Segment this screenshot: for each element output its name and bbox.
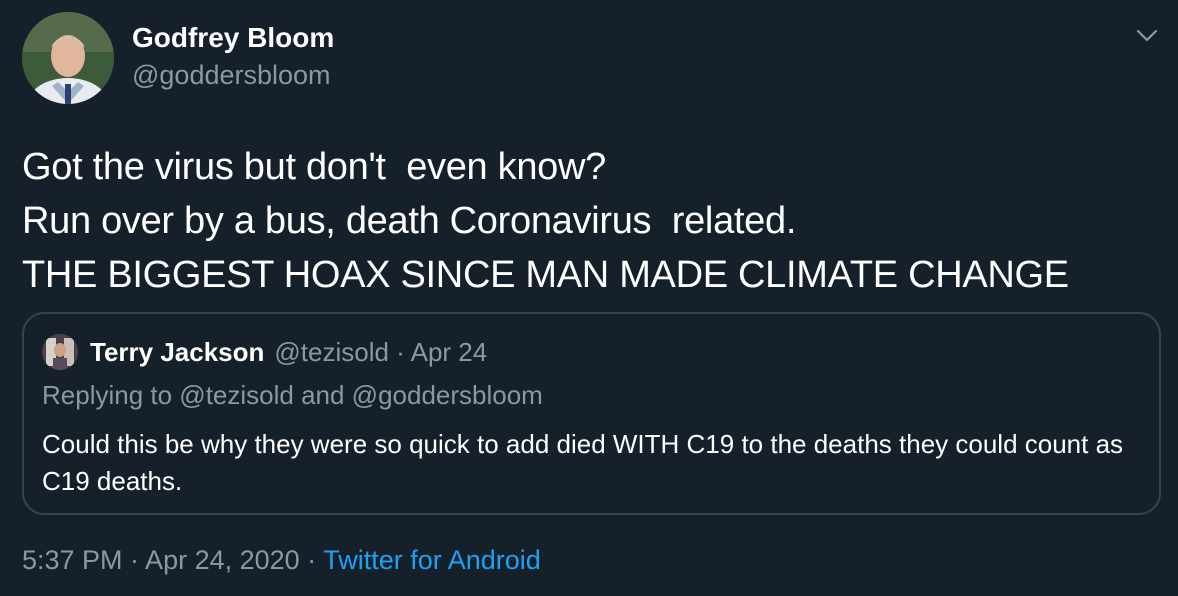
source-link[interactable]: Twitter for Android <box>323 545 541 575</box>
author-name[interactable]: Godfrey Bloom <box>132 22 334 54</box>
quoted-avatar[interactable] <box>42 334 78 370</box>
quoted-tweet-text: Could this be why they were so quick to … <box>42 429 1124 496</box>
tweet-text-line: Got the virus but don't even know? <box>22 146 606 188</box>
tweet: Godfrey Bloom @goddersbloom Got the viru… <box>0 0 1178 596</box>
quoted-avatar-image <box>42 334 78 370</box>
avatar-image <box>22 12 114 104</box>
avatar[interactable] <box>22 12 114 104</box>
quoted-author-name[interactable]: Terry Jackson <box>90 337 264 368</box>
chevron-down-icon[interactable] <box>1134 22 1160 48</box>
timestamp[interactable]: 5:37 PM · Apr 24, 2020 · <box>22 545 323 575</box>
quoted-tweet-header: Terry Jackson @tezisold · Apr 24 <box>42 334 488 370</box>
quoted-tweet[interactable]: Terry Jackson @tezisold · Apr 24 Replyin… <box>22 312 1161 515</box>
replying-to: Replying to @tezisold and @goddersbloom <box>42 380 543 410</box>
tweet-text-line: THE BIGGEST HOAX SINCE MAN MADE CLIMATE … <box>22 254 1069 296</box>
author-handle[interactable]: @goddersbloom <box>132 60 331 91</box>
quoted-author-meta: @tezisold · Apr 24 <box>274 336 488 367</box>
tweet-text: Got the virus but don't even know? Run o… <box>22 140 1162 302</box>
tweet-footer: 5:37 PM · Apr 24, 2020 · Twitter for And… <box>22 545 541 576</box>
tweet-text-line: Run over by a bus, death Coronavirus rel… <box>22 200 797 242</box>
